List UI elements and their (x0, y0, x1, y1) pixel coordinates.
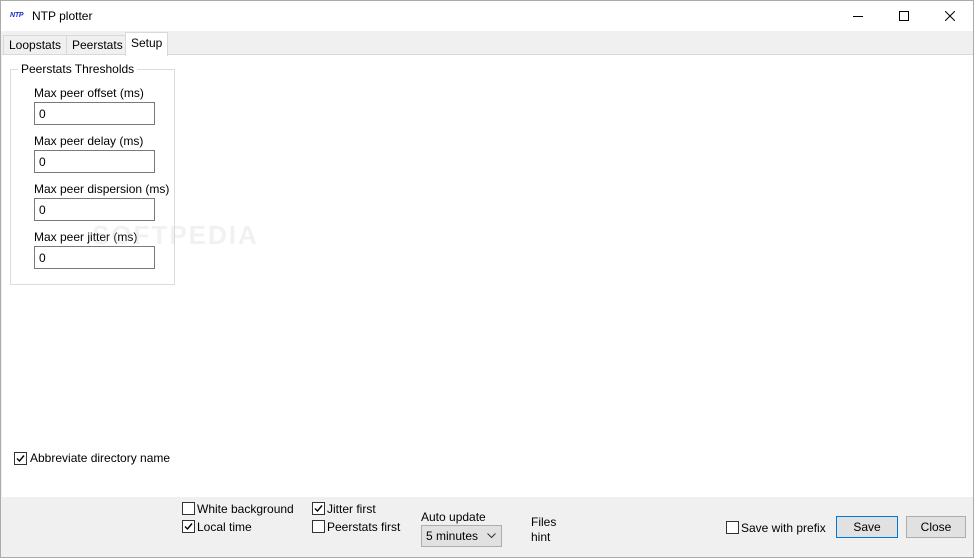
group-title: Peerstats Thresholds (18, 63, 138, 76)
auto-update-value: 5 minutes (426, 529, 479, 543)
save-button[interactable]: Save (836, 516, 898, 538)
app-icon: NTP (10, 12, 24, 19)
bottom-toolbar: White background Local time Jitter first… (1, 497, 973, 557)
local-time-checkbox[interactable] (182, 520, 195, 533)
abbreviate-directory-checkbox[interactable] (14, 452, 27, 465)
max-peer-offset-input[interactable] (34, 102, 155, 125)
setup-panel: Peerstats Thresholds Max peer offset (ms… (2, 54, 973, 497)
auto-update-select[interactable]: 5 minutes (421, 525, 502, 547)
peerstats-first-label: Peerstats first (327, 520, 401, 534)
max-peer-dispersion-input[interactable] (34, 198, 155, 221)
auto-update-label: Auto update (421, 510, 486, 524)
checkmark-icon (184, 523, 193, 531)
title-bar: NTP NTP plotter (1, 1, 973, 31)
checkmark-icon (16, 455, 25, 463)
files-hint-line2: hint (531, 530, 551, 544)
files-hint-line1: Files (531, 515, 557, 529)
window-title: NTP plotter (32, 9, 93, 23)
jitter-first-checkbox[interactable] (312, 502, 325, 515)
peerstats-first-checkbox[interactable] (312, 520, 325, 533)
tab-setup[interactable]: Setup (125, 32, 169, 56)
maximize-button[interactable] (881, 1, 927, 31)
chevron-down-icon (487, 533, 496, 539)
peerstats-thresholds-group: Peerstats Thresholds Max peer offset (ms… (10, 63, 175, 285)
watermark: SOFTPEDIA (92, 220, 259, 250)
minimize-icon (853, 16, 863, 17)
white-background-checkbox[interactable] (182, 502, 195, 515)
white-background-label: White background (197, 502, 294, 516)
abbreviate-directory-label: Abbreviate directory name (30, 451, 171, 465)
close-button[interactable]: Close (906, 516, 966, 538)
minimize-button[interactable] (835, 1, 881, 31)
jitter-first-label: Jitter first (327, 502, 376, 516)
max-peer-delay-input[interactable] (34, 150, 155, 173)
tab-loopstats[interactable]: Loopstats (3, 35, 68, 55)
tab-peerstats[interactable]: Peerstats (66, 35, 129, 55)
max-peer-dispersion-label: Max peer dispersion (ms) (34, 182, 170, 196)
max-peer-offset-label: Max peer offset (ms) (34, 86, 144, 100)
close-window-button[interactable] (927, 1, 973, 31)
save-with-prefix-label: Save with prefix (741, 521, 826, 535)
max-peer-delay-label: Max peer delay (ms) (34, 134, 144, 148)
close-icon (945, 11, 955, 21)
app-window: NTP NTP plotter Loopstats Peerstats Setu… (0, 0, 974, 558)
tab-strip: Loopstats Peerstats Setup (1, 31, 973, 56)
checkmark-icon (314, 505, 323, 513)
local-time-label: Local time (197, 520, 252, 534)
maximize-icon (899, 11, 909, 21)
save-with-prefix-checkbox[interactable] (726, 521, 739, 534)
